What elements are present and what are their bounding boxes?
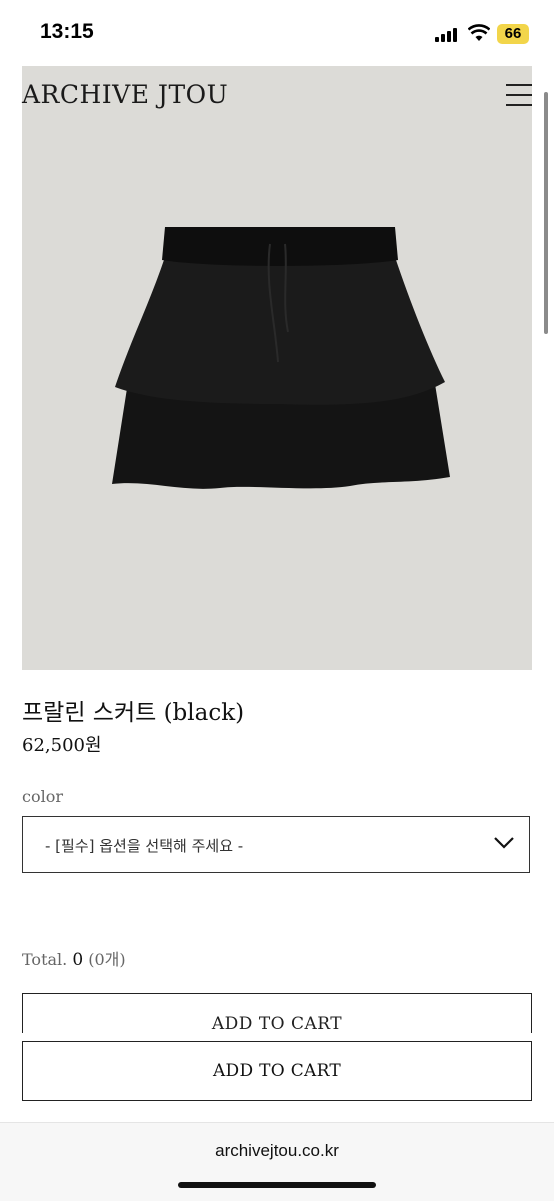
total-amount: 0 (72, 950, 84, 970)
battery-indicator: 66 (497, 24, 529, 44)
add-to-cart-button-partial[interactable]: ADD TO CART (22, 993, 532, 1033)
wifi-icon (468, 24, 490, 41)
total-count: (0개) (88, 950, 126, 969)
browser-address-bar[interactable]: archivejtou.co.kr (0, 1122, 554, 1201)
option-label: color (22, 787, 63, 806)
product-title: 프랄린 스커트 (black) (22, 700, 245, 726)
scrollbar[interactable] (544, 92, 548, 334)
url-text[interactable]: archivejtou.co.kr (0, 1141, 554, 1161)
home-indicator[interactable] (178, 1182, 376, 1188)
product-price: 62,500원 (22, 735, 102, 756)
select-value: - [필수] 옵션을 선택해 주세요 - (45, 837, 244, 855)
status-time: 13:15 (40, 20, 94, 43)
color-select[interactable]: - [필수] 옵션을 선택해 주세요 - (22, 816, 530, 873)
total-summary: Total. 0 (0개) (22, 946, 126, 970)
cellular-signal-icon (435, 28, 457, 42)
chevron-down-icon (494, 837, 514, 849)
status-bar: 13:15 66 (0, 0, 554, 66)
brand-logo[interactable]: ARCHIVE JTOU (22, 80, 228, 109)
total-label: Total. (22, 950, 68, 969)
add-to-cart-button[interactable]: ADD TO CART (22, 1041, 532, 1101)
black-skirt-image (112, 227, 450, 489)
add-to-cart-label: ADD TO CART (212, 1061, 342, 1081)
product-image (22, 66, 532, 670)
hamburger-menu-icon[interactable] (506, 82, 532, 108)
partial-button-label: ADD TO CART (211, 1014, 343, 1033)
